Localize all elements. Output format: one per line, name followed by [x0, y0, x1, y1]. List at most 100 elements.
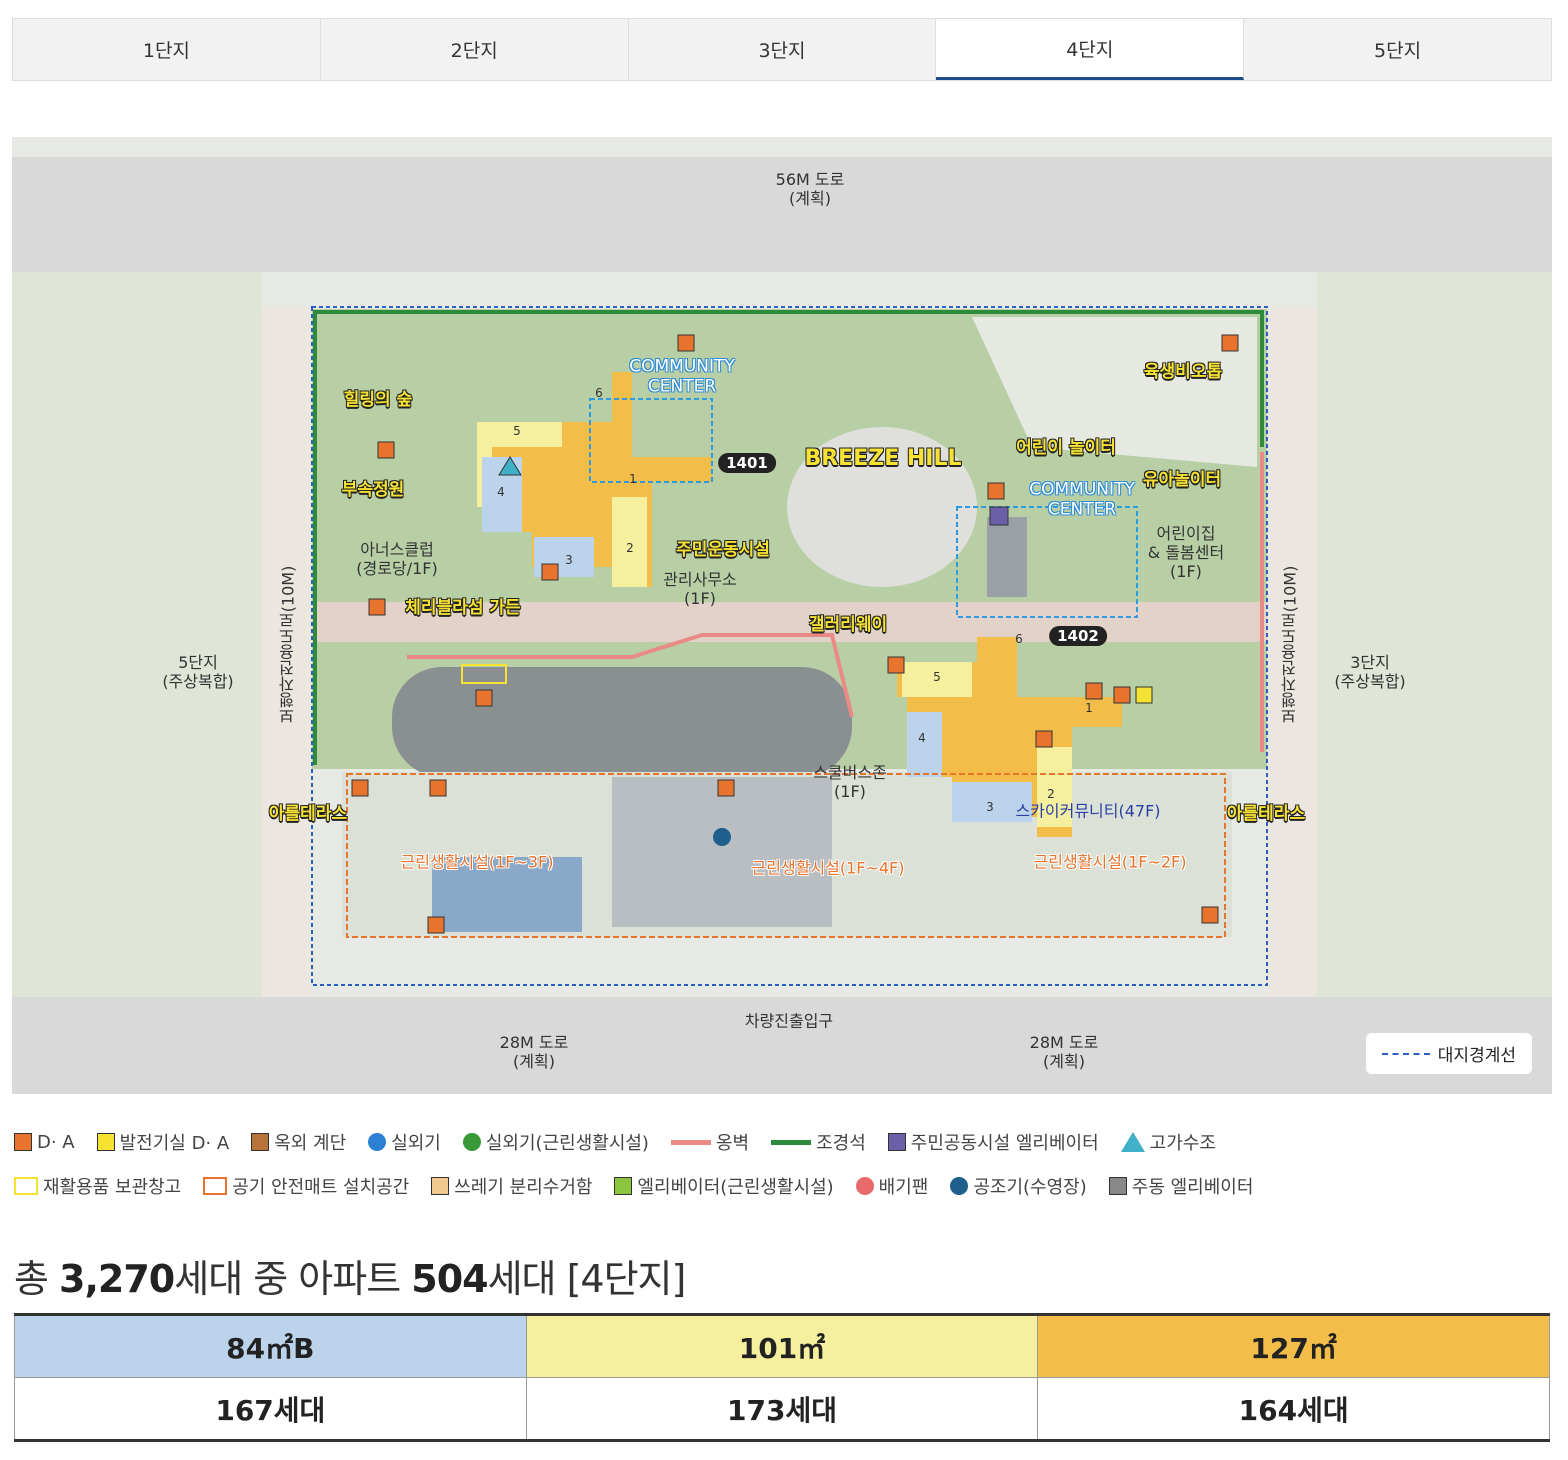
garden-label: 부속정원	[341, 479, 405, 500]
unit-count-101: 173세대	[525, 1377, 1039, 1441]
retail-1-label: 근린생활시설(1F~3F)	[400, 852, 554, 872]
breeze-hill-label: BREEZE HILL	[804, 445, 962, 471]
triangle-icon	[1120, 1132, 1145, 1152]
elevator-green-icon	[614, 1177, 633, 1195]
legend-item: 주동 엘리베이터	[1108, 1173, 1254, 1199]
unit-count-row: 167세대 173세대 164세대	[14, 1377, 1550, 1441]
terrace-right-label: 아를테라스	[1226, 803, 1306, 824]
unit-type-84b: 84㎡B	[14, 1314, 527, 1378]
legend-item: D· A	[14, 1132, 75, 1153]
complex-tabs: 1단지 2단지 3단지 4단지 5단지	[12, 18, 1552, 81]
road-bottom-right-label: 28M 도로 (계획)	[1029, 1032, 1099, 1071]
gallery-way-label: 갤러리웨이	[808, 614, 888, 635]
legend-label: 재활용품 보관창고	[43, 1177, 182, 1198]
total-households: 3,270	[59, 1257, 175, 1301]
legend-item: 엘리베이터(근린생활시설)	[614, 1173, 834, 1199]
building-number: 5	[513, 424, 521, 438]
legend-item: 공기 안전매트 설치공간	[203, 1173, 409, 1199]
legend-label: 옹벽	[715, 1133, 750, 1154]
legend-item: 배기팬	[855, 1173, 929, 1199]
honors-club-label: 아너스클럽 (경로당/1F)	[356, 539, 438, 578]
building-number: 3	[986, 800, 994, 814]
line-red-icon	[670, 1139, 711, 1145]
legend-row-2: 재활용품 보관창고 공기 안전매트 설치공간 쓰레기 분리수거함 엘리베이터(근린생활…	[14, 1164, 1554, 1208]
building-number: 3	[565, 553, 573, 567]
legend-item: 실외기	[368, 1129, 441, 1155]
building-number: 5	[933, 670, 941, 684]
fitness-label: 주민운동시설	[676, 539, 770, 560]
walkway-right-label: 보행자전용도로(10M)	[1280, 565, 1300, 725]
building-number: 6	[1015, 632, 1023, 646]
legend-label: 실외기(근린생활시설)	[485, 1133, 649, 1154]
legend-item: 쓰레기 분리수거함	[431, 1173, 592, 1199]
legend-label: 배기팬	[878, 1177, 929, 1198]
legend-label: 고가수조	[1149, 1133, 1216, 1154]
management-office-label: 관리사무소 (1F)	[663, 569, 737, 608]
map-legend: D· A 발전기실 D· A 옥외 계단 실외기 실외기(근린생활시설) 옹벽 조경석 주민공…	[14, 1120, 1554, 1208]
terrace-left-label: 아를테라스	[268, 803, 348, 824]
yellow-square-icon	[96, 1133, 115, 1151]
orange-square-icon	[14, 1133, 32, 1151]
retail-2-label: 근린생활시설(1F~4F)	[751, 858, 905, 878]
legend-row-1: D· A 발전기실 D· A 옥외 계단 실외기 실외기(근린생활시설) 옹벽 조경석 주민공…	[14, 1120, 1554, 1164]
tab-complex-2[interactable]: 2단지	[321, 19, 629, 80]
circle-icon	[950, 1177, 969, 1195]
biotope-label: 육생비오톱	[1143, 361, 1223, 382]
site-plan-drawing	[12, 137, 1552, 1094]
legend-item: 옹벽	[670, 1129, 750, 1155]
legend-item: 옥외 계단	[251, 1129, 346, 1155]
school-bus-zone-label: 스쿨버스존 (1F)	[813, 762, 887, 801]
building-number: 1	[629, 472, 637, 486]
complex-3-label: 3단지 (주상복합)	[1334, 652, 1406, 691]
summary-text: 총	[14, 1257, 60, 1301]
mat-icon	[203, 1177, 228, 1195]
legend-label: 옥외 계단	[274, 1133, 347, 1154]
tab-complex-5[interactable]: 5단지	[1244, 19, 1551, 80]
fan-red-icon	[855, 1177, 874, 1195]
summary-text: 세대 중 아파트	[174, 1257, 412, 1301]
legend-label: 조경석	[816, 1133, 866, 1154]
legend-label: 공조기(수영장)	[973, 1177, 1087, 1198]
healing-forest-label: 힐링의 숲	[343, 389, 413, 410]
building-1402-badge: 1402	[1049, 626, 1107, 646]
building-number: 2	[1047, 787, 1055, 801]
legend-item: 고가수조	[1120, 1129, 1216, 1155]
tab-complex-1[interactable]: 1단지	[13, 19, 321, 80]
fan-green-icon	[462, 1133, 481, 1151]
household-summary: 총 3,270세대 중 아파트 504세대 [4단지]	[14, 1248, 686, 1303]
legend-label: 실외기	[391, 1133, 441, 1154]
legend-item: 실외기(근린생활시설)	[462, 1129, 649, 1155]
building-number: 2	[626, 541, 634, 555]
dashed-line-icon	[1381, 1052, 1430, 1055]
walkway-left-label: 보행자전용도로(10M)	[278, 565, 298, 725]
building-1401-badge: 1401	[718, 453, 776, 473]
building-number: 6	[595, 386, 603, 400]
legend-item: 주민공동시설 엘리베이터	[887, 1129, 1099, 1155]
legend-label: 발전기실 D· A	[119, 1133, 230, 1154]
unit-count-84b: 167세대	[14, 1377, 527, 1441]
legend-label: 주동 엘리베이터	[1131, 1177, 1254, 1198]
community-center-1-label: COMMUNITY CENTER	[629, 356, 735, 397]
unit-type-table: 84㎡B 101㎡ 127㎡ 167세대 173세대 164세대	[14, 1313, 1550, 1442]
legend-label: 주민공동시설 엘리베이터	[910, 1133, 1099, 1154]
tab-complex-4[interactable]: 4단지	[936, 19, 1245, 80]
tab-complex-3[interactable]: 3단지	[629, 19, 937, 80]
legend-item: 재활용품 보관창고	[14, 1173, 181, 1199]
unit-type-127: 127㎡	[1037, 1314, 1550, 1378]
site-plan-map: 56M 도로 (계획) 힐링의 숲 부속정원 아너스클럽 (경로당/1F) 체리블라…	[12, 137, 1552, 1094]
community-center-2-label: COMMUNITY CENTER	[1029, 479, 1135, 520]
sky-community-label: 스카이커뮤니티(47F)	[1015, 801, 1161, 821]
legend-item: 공조기(수영장)	[950, 1173, 1087, 1199]
elevator-gray-icon	[1108, 1177, 1127, 1195]
complex-5-label: 5단지 (주상복합)	[162, 652, 234, 691]
stairs-icon	[251, 1133, 270, 1151]
building-number: 4	[497, 485, 505, 499]
building-number: 4	[918, 731, 926, 745]
line-green-icon	[771, 1139, 812, 1145]
unit-type-row: 84㎡B 101㎡ 127㎡	[14, 1314, 1550, 1378]
apartment-households: 504	[411, 1257, 488, 1301]
grid-icon	[431, 1177, 450, 1195]
unit-type-101: 101㎡	[525, 1314, 1039, 1378]
kids-playground-label: 어린이 놀이터	[1016, 437, 1116, 458]
yellow-outline-icon	[14, 1177, 38, 1195]
